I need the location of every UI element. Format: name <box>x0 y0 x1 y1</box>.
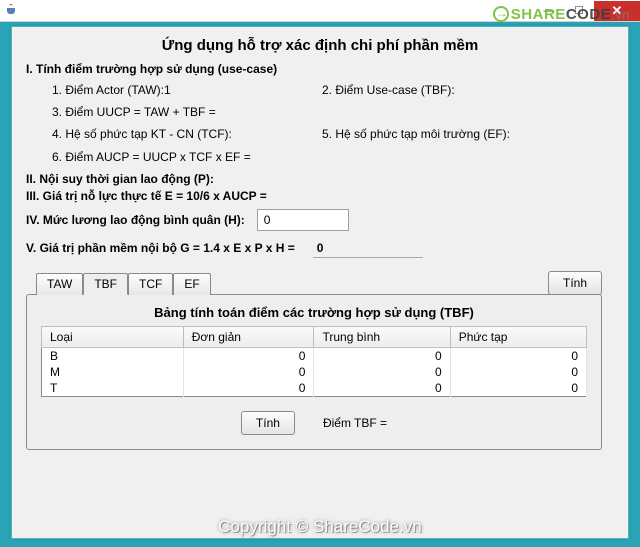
tab-ef[interactable]: EF <box>173 273 210 295</box>
titlebar: — ☐ ✕ <box>0 0 640 22</box>
app-title: Ứng dụng hỗ trợ xác định chi phí phần mề… <box>26 37 614 54</box>
item-uucp: 3. Điểm UUCP = TAW + TBF = <box>52 101 614 123</box>
table-row[interactable]: T 0 0 0 <box>42 380 587 397</box>
section1-heading: I. Tính điểm trường hợp sử dụng (use-cas… <box>26 62 614 76</box>
minimize-button[interactable]: — <box>534 1 564 21</box>
tab-strip: TAW TBF TCF EF <box>36 272 614 294</box>
section4-label: IV. Mức lương lao động bình quân (H): <box>26 213 245 227</box>
col-phuctap[interactable]: Phức tạp <box>450 326 586 347</box>
item-aucp: 6. Điểm AUCP = UUCP x TCF x EF = <box>52 146 614 168</box>
result-g: 0 <box>313 239 423 258</box>
tab-panel-tbf: Bảng tính toán điểm các trường hợp sử dụ… <box>26 294 602 450</box>
tbf-table: Loại Đơn giản Trung bình Phức tạp B 0 0 <box>41 326 587 397</box>
col-loai[interactable]: Loại <box>42 326 184 347</box>
maximize-button[interactable]: ☐ <box>564 1 594 21</box>
tbf-title: Bảng tính toán điểm các trường hợp sử dụ… <box>41 305 587 320</box>
col-dongian[interactable]: Đơn giản <box>183 326 314 347</box>
item-tbf: 2. Điểm Use-case (TBF): <box>322 79 455 101</box>
tab-taw[interactable]: TAW <box>36 273 83 295</box>
item-taw: 1. Điểm Actor (TAW):1 <box>52 79 322 101</box>
section2-heading: II. Nội suy thời gian lao động (P): <box>26 172 614 186</box>
table-row[interactable]: M 0 0 0 <box>42 364 587 380</box>
main-window: Ứng dụng hỗ trợ xác định chi phí phần mề… <box>11 26 629 539</box>
col-trungbinh[interactable]: Trung bình <box>314 326 450 347</box>
tab-tcf[interactable]: TCF <box>128 273 173 295</box>
tbf-calc-button[interactable]: Tính <box>241 411 295 435</box>
item-ef: 5. Hệ số phức tạp môi trường (EF): <box>322 123 510 145</box>
section3-heading: III. Giá trị nỗ lực thực tế E = 10/6 x A… <box>26 189 614 203</box>
item-tcf: 4. Hệ số phức tạp KT - CN (TCF): <box>52 123 322 145</box>
close-button[interactable]: ✕ <box>594 1 640 21</box>
tab-tbf[interactable]: TBF <box>83 273 128 295</box>
section5-label: V. Giá trị phần mềm nội bộ G = 1.4 x E x… <box>26 241 295 255</box>
wage-input[interactable] <box>257 209 349 231</box>
table-row[interactable]: B 0 0 0 <box>42 347 587 364</box>
tbf-score-label: Điểm TBF = <box>323 416 387 430</box>
java-icon <box>4 2 22 20</box>
